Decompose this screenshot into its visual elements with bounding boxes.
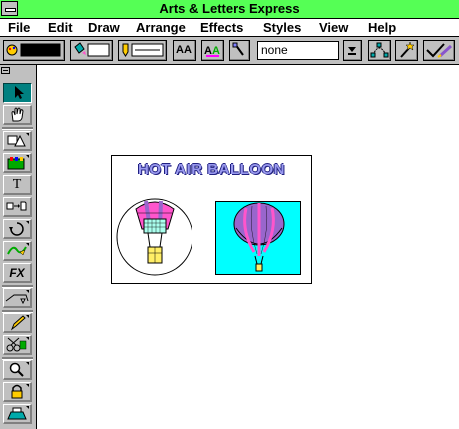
special-effects-tool[interactable]: FX <box>3 263 32 283</box>
eyedropper-button[interactable] <box>229 40 250 61</box>
balloon-circle-illustration[interactable] <box>116 193 192 279</box>
paint-bucket-icon <box>74 42 110 57</box>
menu-styles[interactable]: Styles <box>263 20 301 35</box>
zoom-tool[interactable] <box>3 360 32 380</box>
text-color-icon: A A <box>204 45 220 57</box>
arrow-pointer-icon <box>14 86 24 99</box>
drawing-card[interactable]: HOT AIR BALLOON <box>111 155 312 284</box>
fill-color-button[interactable] <box>3 40 65 61</box>
title-bar: Arts & Letters Express <box>0 0 459 19</box>
card-title: HOT AIR BALLOON <box>138 161 285 178</box>
line-style-button[interactable] <box>118 40 167 61</box>
eyedropper-icon <box>232 42 244 56</box>
text-tool[interactable]: T <box>3 175 32 195</box>
freehand-tool[interactable] <box>3 241 32 261</box>
menu-effects[interactable]: Effects <box>200 20 243 35</box>
lock-tool[interactable] <box>3 382 32 402</box>
rotate-tool[interactable] <box>3 219 32 239</box>
blend-icon <box>6 201 27 211</box>
layers-tool[interactable] <box>3 404 32 424</box>
style-dropdown-button[interactable] <box>343 40 362 61</box>
line-tool[interactable] <box>3 288 32 308</box>
menu-file[interactable]: File <box>8 20 30 35</box>
menu-draw[interactable]: Draw <box>88 20 120 35</box>
edit-points-icon <box>370 42 389 58</box>
apply-style-button[interactable] <box>423 40 455 61</box>
style-name-field[interactable]: none <box>257 41 339 60</box>
hand-icon <box>11 107 24 122</box>
balloon-photo-panel[interactable] <box>215 201 301 275</box>
pen-tool[interactable] <box>3 313 32 333</box>
edit-points-button[interactable] <box>368 40 391 61</box>
toolbox-control-box[interactable] <box>1 67 10 74</box>
scissors-tool[interactable] <box>3 335 32 355</box>
menu-bar: File Edit Draw Arrange Effects Styles Vi… <box>0 19 459 37</box>
pen-line-icon <box>122 43 164 57</box>
shapes-tool[interactable] <box>3 131 32 151</box>
blend-tool[interactable] <box>3 197 32 217</box>
menu-view[interactable]: View <box>319 20 348 35</box>
magic-wand-icon <box>400 41 415 58</box>
menu-arrange[interactable]: Arrange <box>136 20 186 35</box>
checkmark-brush-icon <box>426 43 453 58</box>
fill-palette-icon <box>6 43 61 57</box>
menu-help[interactable]: Help <box>368 20 396 35</box>
chevron-down-icon <box>348 47 356 55</box>
font-button[interactable]: AA <box>173 40 196 61</box>
menu-edit[interactable]: Edit <box>48 20 73 35</box>
hand-tool[interactable] <box>3 105 32 125</box>
toolbox: T FX <box>0 65 37 429</box>
window-title: Arts & Letters Express <box>159 1 300 16</box>
clip-art-tool[interactable] <box>3 153 32 173</box>
text-effects-button[interactable]: A A <box>201 40 224 61</box>
toolbar: AA A A none <box>0 37 459 65</box>
magic-wand-button[interactable] <box>395 40 418 61</box>
balloon-photo-illustration <box>233 202 285 272</box>
line-color-button[interactable] <box>70 40 113 61</box>
select-arrow-tool[interactable] <box>3 83 32 103</box>
